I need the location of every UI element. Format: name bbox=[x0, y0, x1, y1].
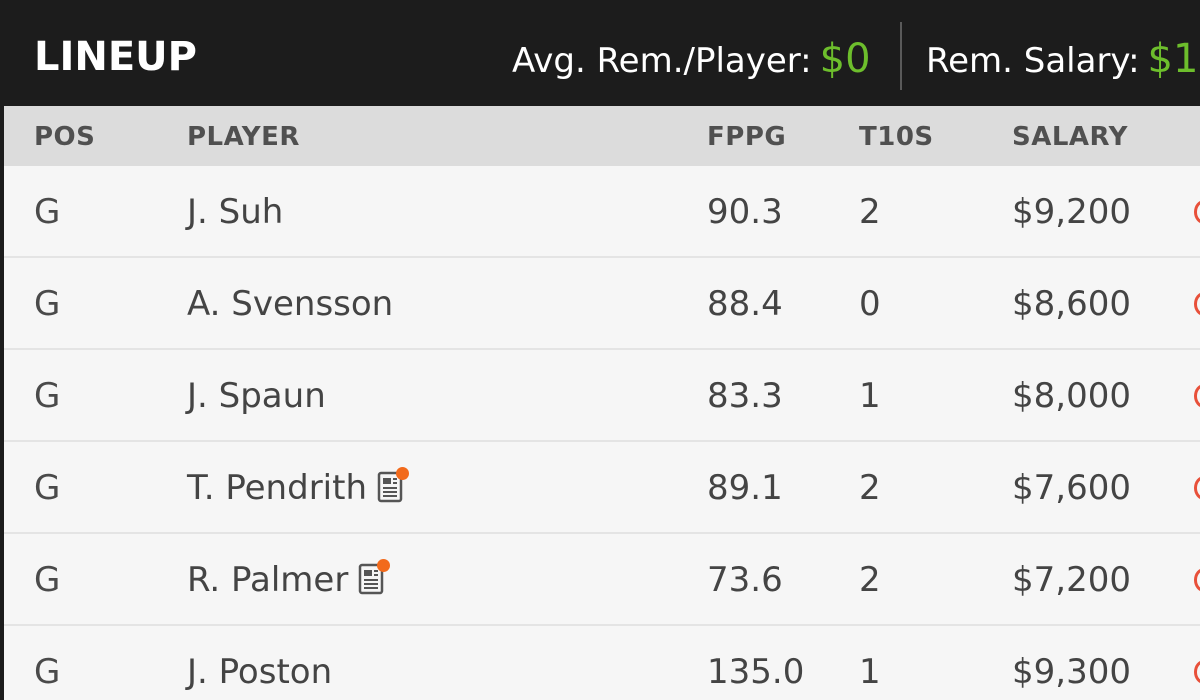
row-salary: $7,200 bbox=[1012, 560, 1131, 600]
row-player[interactable]: A. Svensson bbox=[187, 284, 393, 324]
row-fppg: 83.3 bbox=[707, 376, 783, 416]
lineup-title: LINEUP bbox=[34, 34, 197, 80]
row-fppg: 73.6 bbox=[707, 560, 783, 600]
remaining-salary-value: $1 bbox=[1147, 36, 1199, 82]
row-fppg: 90.3 bbox=[707, 192, 783, 232]
table-row[interactable]: G R. Palmer 73.6 2 $7,200 bbox=[4, 534, 1200, 626]
row-fppg: 135.0 bbox=[707, 652, 805, 692]
row-player[interactable]: R. Palmer bbox=[187, 558, 391, 600]
header-divider bbox=[900, 22, 902, 90]
row-position: G bbox=[34, 652, 61, 692]
remove-player-icon[interactable] bbox=[1194, 384, 1200, 408]
remove-player-icon[interactable] bbox=[1194, 476, 1200, 500]
row-player[interactable]: J. Spaun bbox=[187, 376, 326, 416]
row-player[interactable]: J. Poston bbox=[187, 652, 332, 692]
row-t10s: 2 bbox=[859, 192, 881, 232]
news-alert-dot bbox=[377, 558, 391, 572]
avg-remaining-per-player: Avg. Rem./Player: $0 bbox=[512, 36, 871, 82]
avg-remaining-label: Avg. Rem./Player: bbox=[512, 41, 812, 81]
row-fppg: 88.4 bbox=[707, 284, 783, 324]
player-name[interactable]: R. Palmer bbox=[187, 560, 348, 600]
row-t10s: 1 bbox=[859, 376, 881, 416]
column-header-fppg: FPPG bbox=[707, 122, 787, 152]
news-alert-dot bbox=[396, 466, 409, 480]
row-t10s: 1 bbox=[859, 652, 881, 692]
remove-player-icon[interactable] bbox=[1194, 200, 1200, 224]
row-player[interactable]: T. Pendrith bbox=[187, 466, 409, 508]
table-row[interactable]: G J. Spaun 83.3 1 $8,000 bbox=[4, 350, 1200, 442]
row-player[interactable]: J. Suh bbox=[187, 192, 283, 232]
player-name[interactable]: J. Suh bbox=[187, 192, 283, 232]
player-news-icon[interactable] bbox=[377, 466, 409, 503]
row-position: G bbox=[34, 284, 61, 324]
lineup-frame: LINEUP Avg. Rem./Player: $0 Rem. Salary: $… bbox=[0, 0, 1200, 700]
row-salary: $9,300 bbox=[1012, 652, 1131, 692]
player-name[interactable]: T. Pendrith bbox=[187, 468, 367, 508]
avg-remaining-value: $0 bbox=[819, 36, 871, 82]
column-header-salary: SALARY bbox=[1012, 122, 1128, 152]
row-t10s: 2 bbox=[859, 468, 881, 508]
remove-player-icon[interactable] bbox=[1194, 660, 1200, 684]
row-position: G bbox=[34, 376, 61, 416]
row-t10s: 0 bbox=[859, 284, 881, 324]
table-row[interactable]: G J. Poston 135.0 1 $9,300 bbox=[4, 626, 1200, 700]
column-header-row: POS PLAYER FPPG T10S SALARY bbox=[4, 106, 1200, 166]
player-news-icon[interactable] bbox=[358, 558, 391, 595]
table-row[interactable]: G J. Suh 90.3 2 $9,200 bbox=[4, 166, 1200, 258]
table-row[interactable]: G A. Svensson 88.4 0 $8,600 bbox=[4, 258, 1200, 350]
column-header-pos: POS bbox=[34, 122, 96, 152]
remove-player-icon[interactable] bbox=[1194, 568, 1200, 592]
column-header-t10s: T10S bbox=[859, 122, 934, 152]
row-position: G bbox=[34, 468, 61, 508]
row-position: G bbox=[34, 192, 61, 232]
lineup-rows: G J. Suh 90.3 2 $9,200 G A. Svensson 88.4 0 $8,60… bbox=[4, 166, 1200, 700]
row-salary: $8,000 bbox=[1012, 376, 1131, 416]
remaining-salary-label: Rem. Salary: bbox=[926, 41, 1140, 81]
remove-player-icon[interactable] bbox=[1194, 292, 1200, 316]
player-name[interactable]: J. Poston bbox=[187, 652, 332, 692]
row-salary: $7,600 bbox=[1012, 468, 1131, 508]
row-salary: $9,200 bbox=[1012, 192, 1131, 232]
row-t10s: 2 bbox=[859, 560, 881, 600]
row-fppg: 89.1 bbox=[707, 468, 783, 508]
remaining-salary: Rem. Salary: $1 bbox=[926, 36, 1198, 82]
column-header-player: PLAYER bbox=[187, 122, 300, 152]
table-row[interactable]: G T. Pendrith 89.1 2 $7,600 bbox=[4, 442, 1200, 534]
row-position: G bbox=[34, 560, 61, 600]
row-salary: $8,600 bbox=[1012, 284, 1131, 324]
player-name[interactable]: J. Spaun bbox=[187, 376, 326, 416]
player-name[interactable]: A. Svensson bbox=[187, 284, 393, 324]
lineup-header: LINEUP Avg. Rem./Player: $0 Rem. Salary: $… bbox=[4, 6, 1200, 106]
lineup-panel: LINEUP Avg. Rem./Player: $0 Rem. Salary: $… bbox=[4, 6, 1200, 700]
